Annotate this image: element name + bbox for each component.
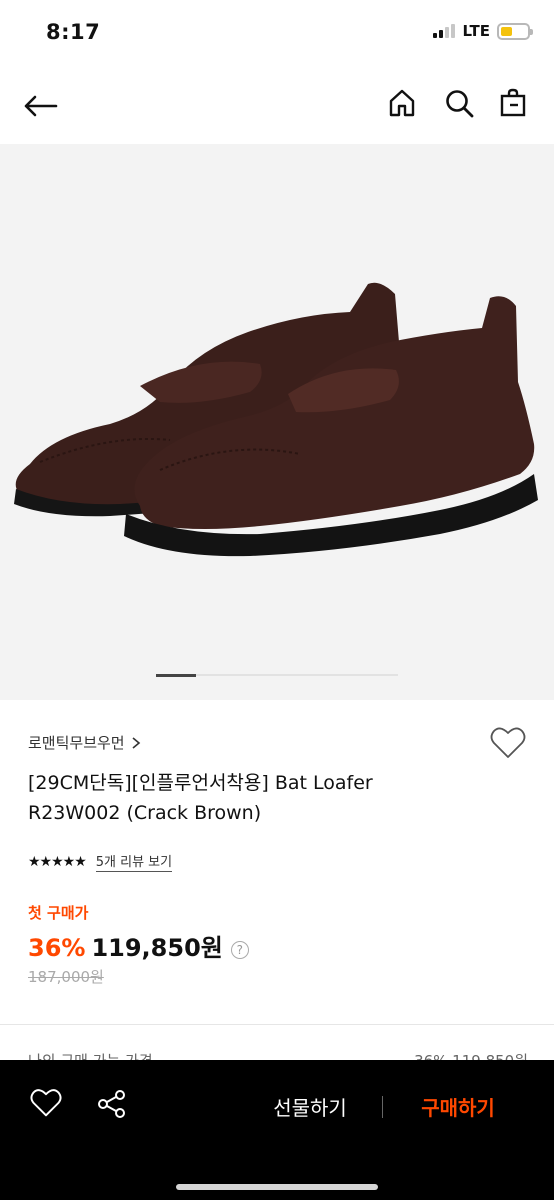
rating-row: ★★★★★ 5개 리뷰 보기 bbox=[28, 851, 173, 872]
review-link[interactable]: 5개 리뷰 보기 bbox=[95, 851, 173, 872]
search-icon[interactable] bbox=[442, 86, 476, 120]
product-image[interactable] bbox=[0, 144, 554, 700]
network-label: LTE bbox=[462, 22, 490, 40]
wishlist-heart-icon[interactable] bbox=[490, 726, 526, 762]
home-indicator bbox=[176, 1184, 378, 1190]
status-bar: 8:17 LTE bbox=[0, 0, 554, 66]
status-time: 8:17 bbox=[46, 20, 101, 44]
battery-icon bbox=[497, 22, 533, 40]
original-price: 187,000원 bbox=[28, 968, 104, 986]
divider bbox=[0, 1024, 554, 1025]
status-indicators: LTE bbox=[433, 22, 533, 40]
bottom-action-bar: 선물하기 구매하기 bbox=[0, 1060, 554, 1200]
shopping-bag-icon[interactable] bbox=[496, 86, 530, 120]
signal-icon bbox=[433, 24, 456, 38]
home-icon[interactable] bbox=[385, 86, 419, 120]
price-row: 36% 119,850원 ? bbox=[28, 928, 249, 963]
gift-button[interactable]: 선물하기 bbox=[250, 1090, 370, 1126]
product-title: [29CM단독][인플루언서착용] Bat Loafer R23W002 (Cr… bbox=[28, 772, 373, 824]
heart-icon[interactable] bbox=[30, 1088, 66, 1124]
first-purchase-label: 첫 구매가 bbox=[28, 904, 89, 922]
brand-link[interactable]: 로맨틱무브우먼 bbox=[28, 732, 141, 753]
button-separator bbox=[382, 1096, 383, 1118]
top-nav-bar bbox=[0, 66, 554, 144]
loafer-photo-illustration bbox=[0, 144, 554, 700]
buy-button[interactable]: 구매하기 bbox=[398, 1090, 518, 1126]
chevron-right-icon bbox=[132, 736, 140, 749]
question-circle-icon[interactable]: ? bbox=[230, 941, 249, 959]
rating-stars: ★★★★★ bbox=[28, 853, 87, 870]
discount-percent: 36% bbox=[28, 934, 86, 962]
arrow-left-icon[interactable] bbox=[20, 86, 60, 126]
brand-name: 로맨틱무브우먼 bbox=[28, 734, 125, 752]
share-icon[interactable] bbox=[96, 1088, 132, 1124]
image-carousel-indicator bbox=[156, 674, 398, 677]
sale-price: 119,850원 bbox=[91, 934, 223, 962]
